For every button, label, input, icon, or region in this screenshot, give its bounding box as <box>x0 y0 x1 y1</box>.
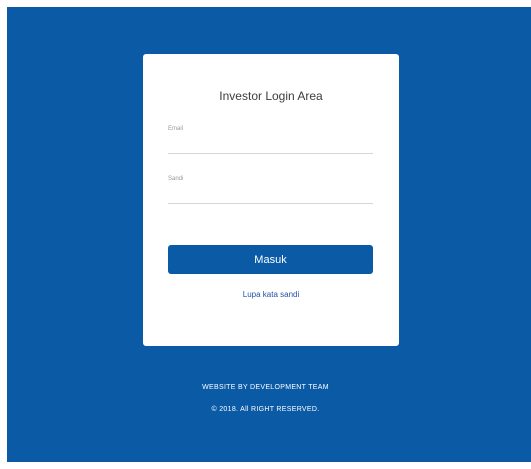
password-label: Sandi <box>168 176 184 182</box>
password-field[interactable] <box>168 186 373 204</box>
login-button[interactable]: Masuk <box>168 245 373 274</box>
password-field-group: Sandi <box>168 176 373 204</box>
email-field-group: Email <box>168 126 373 154</box>
email-label: Email <box>168 126 184 132</box>
footer-copyright: © 2018. All RIGHT RESERVED. <box>211 406 320 413</box>
login-title: Investor Login Area <box>219 89 323 103</box>
forgot-password-link[interactable]: Lupa kata sandi <box>143 290 399 299</box>
email-field[interactable] <box>168 136 373 154</box>
footer-credit: WEBSITE BY DEVELOPMENT TEAM <box>202 384 329 391</box>
